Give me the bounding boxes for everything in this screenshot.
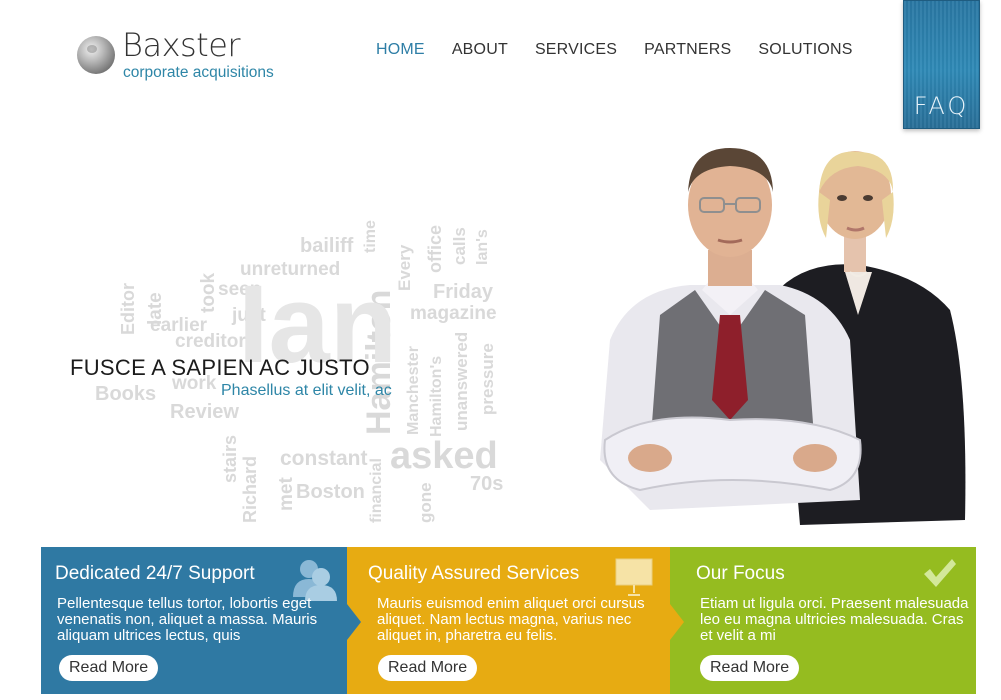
read-more-button[interactable]: Read More [378,655,478,681]
nav-home[interactable]: HOME [376,41,425,59]
feature-title: Our Focus [696,563,785,584]
word-cloud-word: creditor [175,331,246,352]
faq-tab[interactable]: FAQ [903,0,980,129]
business-people-image [600,148,966,525]
checkmark-icon [924,559,956,587]
word-cloud-word: Hamilton's [428,355,445,437]
nav-partners[interactable]: PARTNERS [644,41,731,59]
hero-subheadline: Phasellus at elit velit, ac [221,382,392,399]
word-cloud-word: Review [170,401,239,423]
nav-about[interactable]: ABOUT [452,41,508,59]
logo[interactable]: Baxster corporate acquisitions [77,26,297,84]
word-cloud-word: constant [280,447,368,470]
word-cloud-word: stairs [220,434,240,483]
feature-focus: Our Focus Etiam ut ligula orci. Praesent… [670,547,976,694]
word-cloud-word: Richard [240,455,260,523]
word-cloud-word: bailiff [300,235,354,257]
word-cloud-word: Manchester [405,346,422,435]
word-cloud-word: financial [368,458,385,523]
feature-support: Dedicated 24/7 Support Pellentesque tell… [41,547,361,694]
nav-solutions[interactable]: SOLUTIONS [758,41,852,59]
brand-name: Baxster [122,26,241,64]
main-nav: HOME ABOUT SERVICES PARTNERS SOLUTIONS [376,41,880,59]
word-cloud-word: office [425,224,445,273]
word-cloud-word: Every [395,244,414,291]
word-cloud-word: Books [95,383,157,405]
word-cloud-word: pressure [478,343,497,415]
presentation-board-icon [615,558,653,596]
feature-boxes: Dedicated 24/7 Support Pellentesque tell… [41,547,976,694]
word-cloud-word: Editor [118,283,138,335]
word-cloud-word: met [276,477,297,511]
feature-title: Quality Assured Services [368,563,580,584]
arrow-right-icon [347,604,361,640]
word-cloud-word: took [198,272,219,313]
word-cloud-word: time [362,220,379,253]
word-cloud-word: Ian's [474,229,491,265]
hero-headline: FUSCE A SAPIEN AC JUSTO [70,355,370,380]
word-cloud-word: Boston [296,481,365,503]
word-cloud-word: calls [450,227,469,265]
word-cloud-word: magazine [410,303,497,324]
feature-title: Dedicated 24/7 Support [55,563,255,584]
faq-label: FAQ [913,92,970,120]
feature-text: Etiam ut ligula orci. Praesent malesuada… [700,595,969,644]
feature-text: Pellentesque tellus tortor, lobortis ege… [57,595,318,644]
read-more-button[interactable]: Read More [700,655,800,681]
nav-services[interactable]: SERVICES [535,41,617,59]
word-cloud-word: gone [416,482,435,523]
word-cloud-word: asked [390,435,498,477]
feature-text: Mauris euismod enim aliquet orci cursus … [377,595,645,644]
globe-icon [77,36,115,74]
brand-tagline: corporate acquisitions [123,64,274,81]
word-cloud-word: unanswered [452,331,471,431]
feature-quality: Quality Assured Services Mauris euismod … [347,547,684,694]
word-cloud-word: Friday [433,281,494,303]
arrow-right-icon [670,604,684,640]
word-cloud-word: 70s [470,473,504,495]
read-more-button[interactable]: Read More [59,655,159,681]
